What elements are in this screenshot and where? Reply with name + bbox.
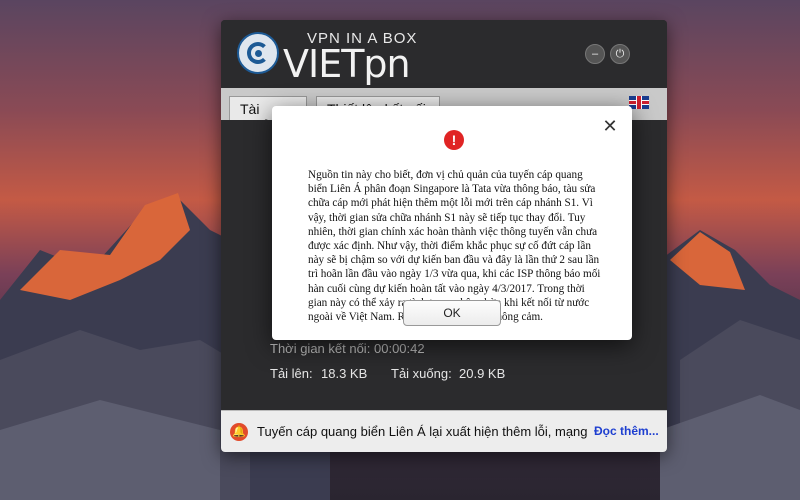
upload-value: 18.3 KB xyxy=(321,366,368,381)
logo-icon xyxy=(237,32,279,74)
minimize-button[interactable]: – xyxy=(585,44,605,64)
ok-button[interactable]: OK xyxy=(403,300,501,326)
alert-icon: ! xyxy=(444,130,464,150)
notice-bar: 🔔 Tuyến cáp quang biển Liên Á lại xuất h… xyxy=(221,410,667,452)
uk-flag-icon[interactable] xyxy=(629,96,649,109)
read-more-link[interactable]: Đọc thêm... xyxy=(594,424,659,438)
logo-brand: VIETpn xyxy=(283,42,411,86)
bell-icon: 🔔 xyxy=(230,423,248,441)
upload-label: Tải lên: xyxy=(270,366,313,381)
download-label: Tải xuống: xyxy=(391,366,452,381)
close-icon[interactable]: ✕ xyxy=(602,117,618,135)
download-value: 20.9 KB xyxy=(459,366,506,381)
app-header: VPN IN A BOX VIETpn – ⏻ xyxy=(221,20,667,88)
connected-time-value: 00:00:42 xyxy=(374,341,425,356)
alert-dialog: ! ✕ Nguồn tin này cho biết, đơn vị chủ q… xyxy=(272,106,632,340)
notice-text: Tuyến cáp quang biển Liên Á lại xuất hiệ… xyxy=(257,424,591,439)
power-button[interactable]: ⏻ xyxy=(610,44,630,64)
connected-time-label: Thời gian kết nối: xyxy=(270,341,371,356)
